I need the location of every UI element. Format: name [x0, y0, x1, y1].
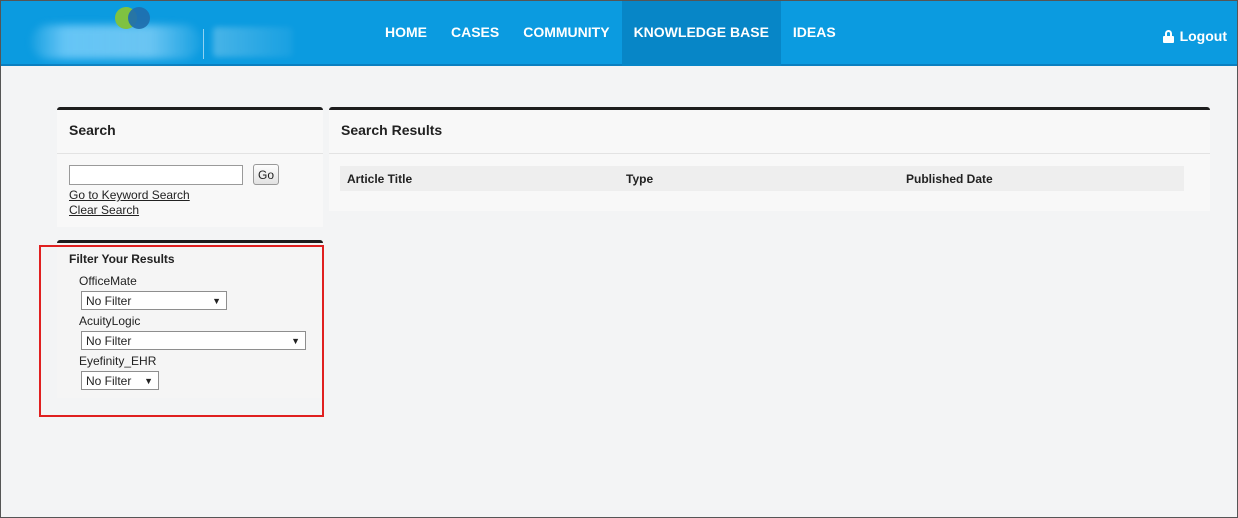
- results-panel-title: Search Results: [329, 110, 1210, 154]
- keyword-search-link[interactable]: Go to Keyword Search: [69, 188, 311, 203]
- logout-link[interactable]: Logout: [1162, 28, 1227, 44]
- search-input[interactable]: [69, 164, 243, 185]
- lock-icon: [1162, 29, 1175, 43]
- logo-divider: [203, 29, 204, 59]
- nav-community[interactable]: COMMUNITY: [511, 1, 621, 66]
- main-nav: HOME CASES COMMUNITY KNOWLEDGE BASE IDEA…: [373, 1, 848, 66]
- filter-highlight-box: [39, 245, 324, 417]
- column-type[interactable]: Type: [619, 172, 899, 186]
- column-published-date[interactable]: Published Date: [899, 172, 993, 186]
- logout-label: Logout: [1179, 28, 1227, 44]
- logo-subtitle-blurred: [213, 27, 293, 57]
- company-logo[interactable]: [31, 5, 293, 63]
- clear-search-link[interactable]: Clear Search: [69, 203, 311, 218]
- nav-cases[interactable]: CASES: [439, 1, 511, 66]
- logo-wordmark-blurred: [31, 25, 201, 59]
- top-header: HOME CASES COMMUNITY KNOWLEDGE BASE IDEA…: [1, 1, 1237, 66]
- search-panel-title: Search: [57, 110, 323, 154]
- nav-home[interactable]: HOME: [373, 1, 439, 66]
- logo-blue-circle: [128, 7, 150, 29]
- column-article-title[interactable]: Article Title: [340, 172, 619, 186]
- search-panel: Search Go Go to Keyword Search Clear Sea…: [57, 107, 323, 227]
- results-panel: Search Results Article Title Type Publis…: [329, 107, 1210, 211]
- results-table-header: Article Title Type Published Date: [340, 166, 1184, 191]
- nav-ideas[interactable]: IDEAS: [781, 1, 848, 66]
- go-button[interactable]: Go: [253, 164, 280, 185]
- nav-knowledge-base[interactable]: KNOWLEDGE BASE: [621, 1, 781, 66]
